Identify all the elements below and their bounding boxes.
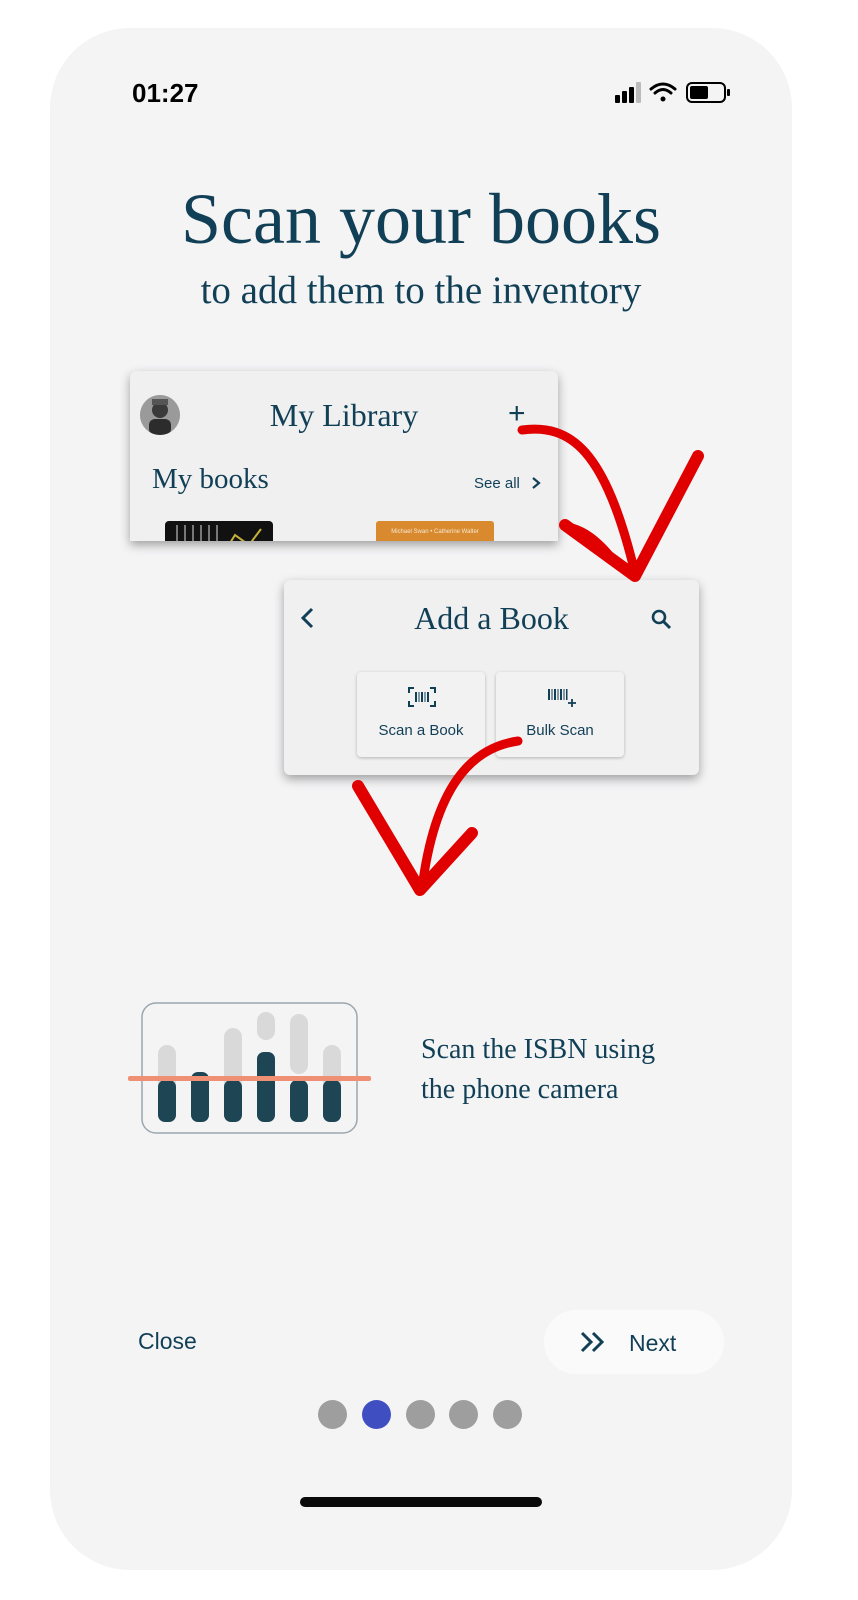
add-icon: + [508,397,526,430]
scan-a-book-label: Scan a Book [378,722,464,739]
bulk-scan-option: Bulk Scan [496,672,624,757]
double-chevron-right-icon [580,1331,605,1353]
scan-instruction: Scan the ISBN using the phone camera [421,1030,721,1110]
my-books-heading: My books [152,463,269,495]
add-book-title: Add a Book [414,600,569,636]
bulk-scan-label: Bulk Scan [526,722,594,739]
instruction-line-1: Scan the ISBN using [421,1034,656,1065]
instruction-line-2: the phone camera [421,1074,619,1105]
see-all-link: See all [474,475,542,492]
barcode-scan-icon [408,687,436,707]
phone-screen: 01:27 Scan your books to add them to the… [50,28,792,1570]
page-dot[interactable] [406,1400,435,1429]
page-indicator [318,1400,528,1430]
home-indicator[interactable] [300,1497,542,1507]
page-dot[interactable] [449,1400,478,1429]
close-button[interactable]: Close [138,1328,197,1355]
status-time: 01:27 [132,78,199,108]
page-dot[interactable] [493,1400,522,1429]
add-book-preview-card: Add a Book Scan a Book Bulk Scan [284,580,699,775]
chevron-right-icon [532,477,541,489]
page-title: Scan your books [181,179,661,259]
library-title: My Library [269,397,419,433]
page-subtitle: to add them to the inventory [200,269,642,312]
page-dot-active[interactable] [362,1400,391,1429]
see-all-label: See all [474,475,520,492]
status-icons [615,82,730,103]
battery-icon [686,82,730,103]
next-label: Next [629,1330,677,1356]
scan-a-book-option: Scan a Book [357,672,485,757]
signal-icon [615,82,641,103]
wifi-icon [649,82,677,102]
next-button[interactable]: Next [544,1310,724,1374]
my-library-preview-card: My Library + My books See all Michael Sw… [130,371,558,541]
page-dot[interactable] [318,1400,347,1429]
book-cover-orange: Michael Swan • Catherine Walter [376,521,494,541]
book-cover-dark [165,521,273,541]
barcode-plus-icon [548,689,576,707]
barcode-scan-illustration [128,1002,371,1134]
search-icon [651,609,672,630]
